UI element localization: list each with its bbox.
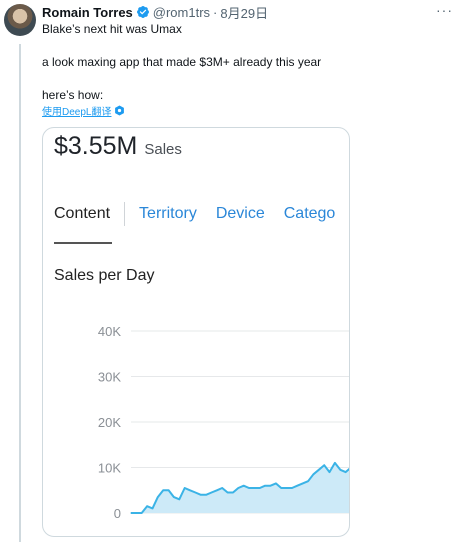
data-point — [178, 498, 180, 500]
data-point — [141, 512, 143, 514]
data-point — [291, 487, 293, 489]
data-point — [210, 491, 213, 494]
y-tick-label: 30K — [98, 370, 121, 385]
tab-device[interactable]: Device — [216, 205, 265, 223]
data-point — [248, 487, 250, 489]
data-point — [334, 462, 336, 464]
data-point — [205, 494, 207, 496]
data-point — [269, 485, 272, 487]
data-point — [135, 512, 137, 514]
tab-category[interactable]: Catego — [284, 205, 336, 223]
data-point — [232, 491, 234, 494]
data-point — [200, 494, 202, 496]
tab-divider — [124, 202, 126, 226]
post-date[interactable]: 8月29日 — [220, 3, 268, 22]
data-point — [296, 485, 298, 487]
data-point — [264, 485, 266, 487]
data-point — [146, 505, 148, 507]
data-point — [151, 507, 154, 510]
sales-total: $3.55M Sales — [54, 132, 182, 161]
author-name[interactable]: Romain Torres — [42, 5, 133, 20]
data-point — [286, 487, 288, 489]
data-point — [345, 471, 347, 473]
data-point — [312, 473, 315, 475]
header-separator: · — [213, 4, 218, 20]
author-handle[interactable]: @rom1trs — [153, 5, 210, 20]
data-point — [307, 480, 309, 482]
data-point — [237, 487, 239, 489]
tab-territory[interactable]: Territory — [139, 205, 197, 223]
data-point — [130, 512, 132, 514]
data-point — [323, 464, 325, 466]
breakdown-tabs: Content Territory Device Catego — [54, 202, 349, 226]
sales-per-day-chart: 0 10K 20K 30K 40K — [98, 324, 349, 521]
data-point — [162, 489, 164, 491]
data-point — [226, 491, 229, 494]
data-point — [184, 487, 186, 489]
y-tick-label: 0 — [114, 506, 121, 521]
data-point — [189, 489, 191, 491]
author-avatar[interactable] — [4, 4, 36, 36]
translate-label: 使用DeepL翻译 — [42, 107, 112, 118]
post-text-line-2: a look maxing app that made $3M+ already… — [42, 55, 322, 69]
data-point — [328, 471, 331, 473]
y-tick-label: 10K — [98, 461, 121, 476]
data-point — [243, 485, 245, 487]
active-tab-underline — [54, 242, 112, 244]
thread-line — [19, 44, 21, 542]
post-header: Romain Torres @rom1trs · 8月29日 — [42, 3, 268, 22]
more-options-icon[interactable]: ··· — [436, 2, 453, 18]
data-point — [167, 489, 170, 491]
data-point — [173, 496, 175, 498]
deepl-icon — [115, 105, 125, 116]
data-point — [275, 482, 277, 485]
data-point — [221, 487, 223, 489]
tab-content[interactable]: Content — [54, 205, 110, 223]
data-point — [280, 487, 282, 489]
post-text-line-1: Blake’s next hit was Umax — [42, 22, 182, 36]
data-point — [318, 469, 320, 471]
y-tick-label: 40K — [98, 324, 121, 339]
verified-badge-icon — [136, 6, 149, 18]
translate-link[interactable]: 使用DeepL翻译 — [42, 103, 125, 118]
data-point — [259, 487, 261, 489]
data-point — [194, 491, 196, 494]
data-point — [157, 496, 159, 498]
data-point — [302, 482, 304, 485]
data-point — [339, 469, 341, 471]
chart-title: Sales per Day — [54, 267, 155, 284]
data-point — [216, 489, 218, 491]
y-tick-label: 20K — [98, 415, 121, 430]
sales-label: Sales — [144, 141, 182, 158]
sales-value: $3.55M — [54, 132, 138, 160]
post-text-line-3: here’s how: — [42, 88, 104, 102]
media-screenshot[interactable]: $3.55M Sales Content Territory Device Ca… — [42, 127, 350, 537]
data-point — [253, 487, 256, 489]
